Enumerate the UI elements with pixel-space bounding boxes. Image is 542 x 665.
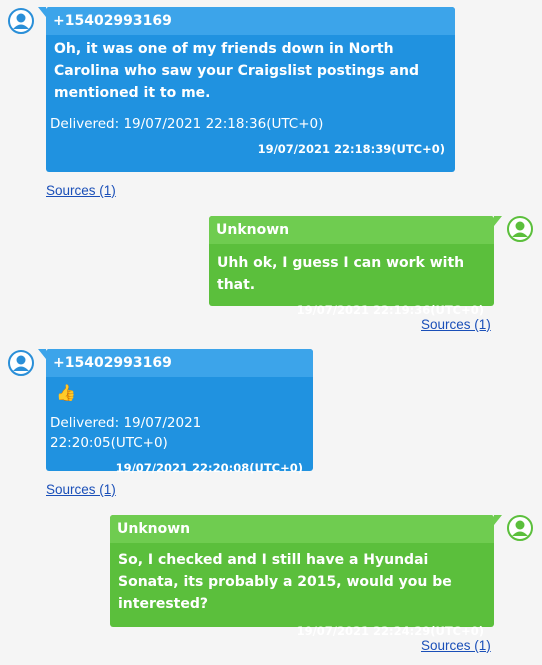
contact-avatar (8, 350, 34, 376)
message-bubble: Unknown So, I checked and I still have a… (110, 515, 502, 638)
message-bubble: +15402993169 Oh, it was one of my friend… (38, 7, 455, 172)
message-bubble: +15402993169 👍 Delivered: 19/07/2021 22:… (38, 349, 313, 475)
sources-link[interactable]: Sources (1) (46, 482, 116, 497)
message-text: So, I checked and I still have a Hyundai… (118, 552, 452, 612)
message-bubble: Unknown Uhh ok, I guess I can work with … (209, 216, 502, 317)
user-icon (507, 216, 533, 242)
message-timestamp: 19/07/2021 22:18:39(UTC+0) (257, 142, 445, 156)
user-icon (8, 350, 34, 376)
message-sender: +15402993169 (46, 349, 313, 377)
message-delivered: Delivered: 19/07/2021 22:18:36(UTC+0) (50, 116, 324, 132)
message-sender: Unknown (209, 216, 494, 244)
message-timestamp: 19/07/2021 22:19:36(UTC+0) (296, 303, 484, 317)
user-icon (8, 8, 34, 34)
message-delivered: Delivered: 19/07/2021 22:20:05(UTC+0) (50, 415, 202, 451)
sources-link[interactable]: Sources (1) (46, 183, 116, 198)
thumbs-up-icon: 👍 (56, 383, 76, 402)
sources-link[interactable]: Sources (1) (421, 638, 491, 653)
contact-avatar (8, 8, 34, 34)
contact-avatar (507, 515, 533, 541)
sources-link[interactable]: Sources (1) (421, 317, 491, 332)
message-timestamp: 19/07/2021 22:24:29(UTC+0) (296, 624, 484, 638)
message-sender: Unknown (110, 515, 494, 543)
message-text: Uhh ok, I guess I can work with that. (217, 255, 465, 293)
message-text: Oh, it was one of my friends down in Nor… (54, 41, 419, 101)
user-icon (507, 515, 533, 541)
message-timestamp: 19/07/2021 22:20:08(UTC+0) (115, 461, 303, 475)
message-sender: +15402993169 (46, 7, 455, 35)
contact-avatar (507, 216, 533, 242)
